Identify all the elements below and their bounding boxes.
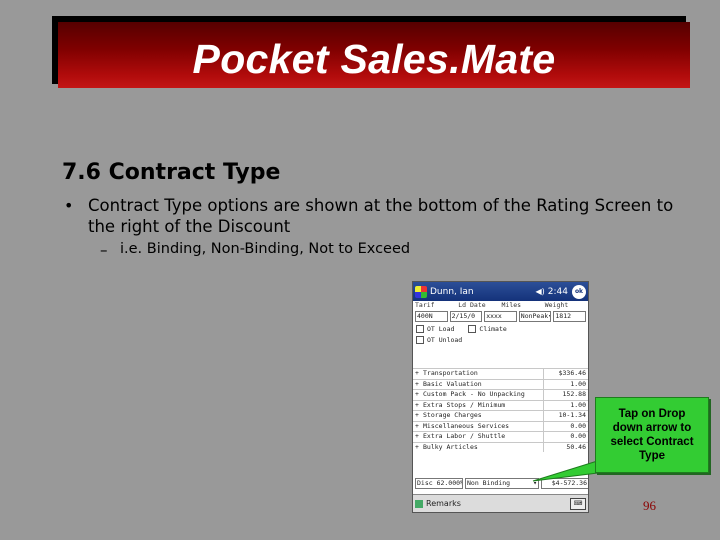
callout-box: Tap on Drop down arrow to select Contrac… (595, 397, 709, 473)
page-number: 96 (643, 498, 656, 513)
callout-text: Tap on Drop down arrow to select Contrac… (610, 408, 694, 462)
